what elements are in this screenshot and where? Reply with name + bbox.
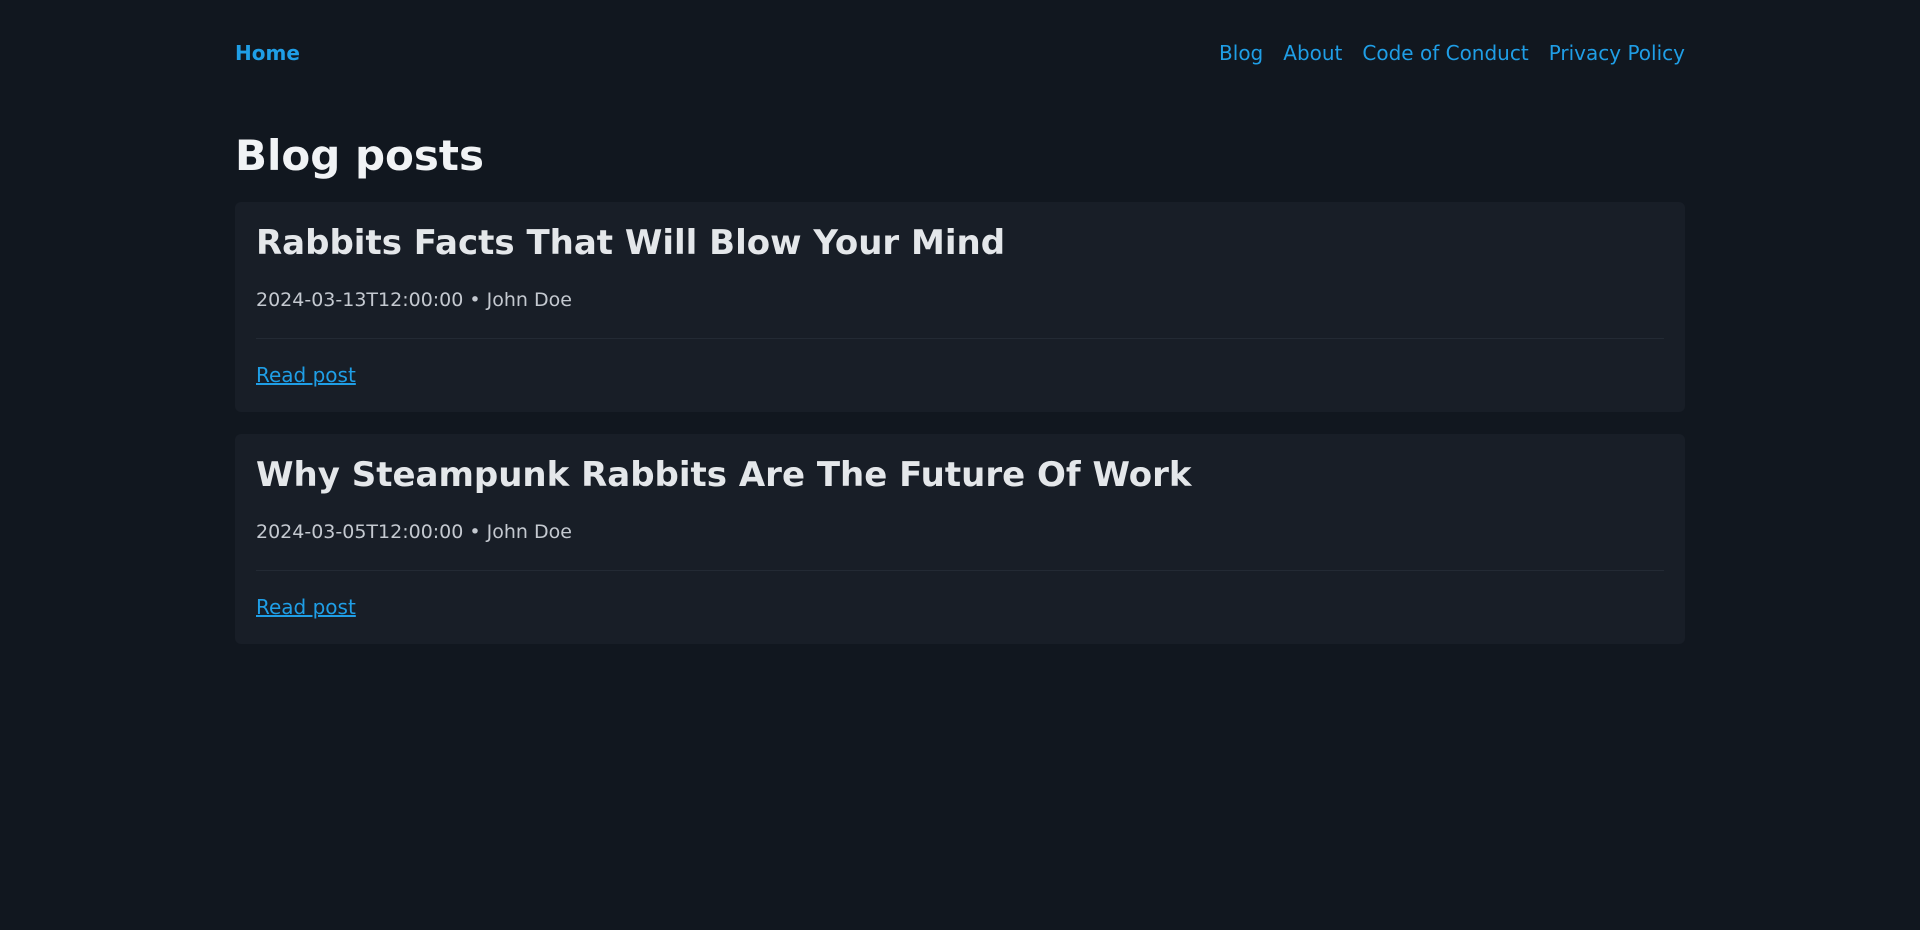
nav-link-privacy-policy[interactable]: Privacy Policy (1549, 38, 1685, 68)
post-title: Why Steampunk Rabbits Are The Future Of … (256, 455, 1192, 495)
nav-link-about[interactable]: About (1283, 38, 1342, 68)
post-title: Rabbits Facts That Will Blow Your Mind (256, 223, 1006, 263)
top-nav: Home Blog About Code of Conduct Privacy … (235, 38, 1685, 68)
nav-link-code-of-conduct[interactable]: Code of Conduct (1362, 38, 1528, 68)
nav-links: Blog About Code of Conduct Privacy Polic… (1219, 38, 1685, 68)
nav-home-link[interactable]: Home (235, 38, 300, 68)
post-card: Why Steampunk Rabbits Are The Future Of … (235, 434, 1685, 644)
post-card: Rabbits Facts That Will Blow Your Mind 2… (235, 202, 1685, 412)
read-post-link[interactable]: Read post (256, 592, 356, 622)
post-meta: 2024-03-13T12:00:00 • John Doe (256, 289, 572, 311)
page-title: Blog posts (235, 131, 484, 180)
post-divider (256, 338, 1664, 339)
post-meta: 2024-03-05T12:00:00 • John Doe (256, 521, 572, 543)
nav-link-blog[interactable]: Blog (1219, 38, 1263, 68)
read-post-link[interactable]: Read post (256, 360, 356, 390)
post-divider (256, 570, 1664, 571)
post-list: Rabbits Facts That Will Blow Your Mind 2… (235, 202, 1685, 666)
